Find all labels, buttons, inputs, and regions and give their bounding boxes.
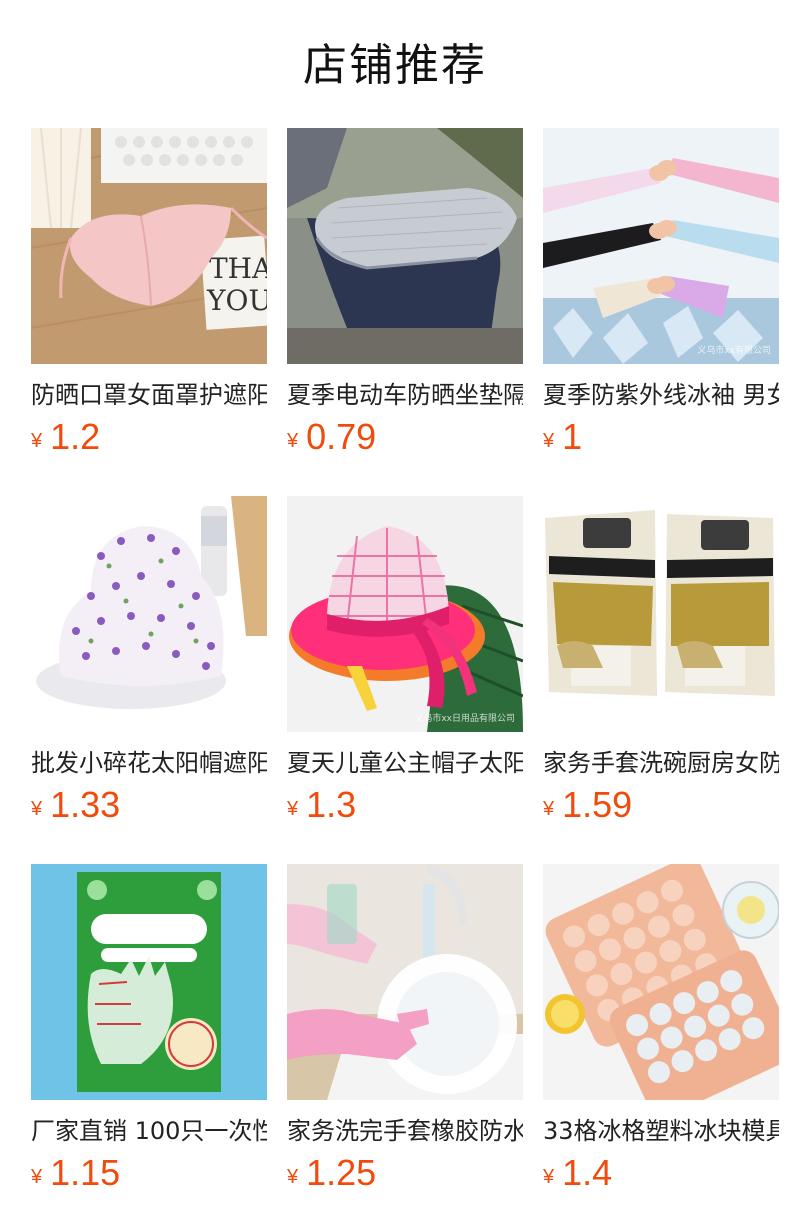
currency-symbol: ¥ [287, 798, 299, 820]
kids-straw-hat-image [287, 496, 523, 732]
product-image[interactable] [287, 864, 523, 1100]
product-name[interactable]: 33格冰格塑料冰块模具 [543, 1114, 779, 1148]
product-card[interactable]: 夏季电动车防晒坐垫隔热 ¥0.79 [287, 128, 523, 458]
price-value: 1.15 [50, 1152, 121, 1193]
product-image[interactable]: 义乌市xx有限公司 [543, 128, 779, 364]
scooter-seat-cover-image [287, 128, 523, 364]
product-image[interactable]: 义乌市xx日用品有限公司 [287, 496, 523, 732]
product-card[interactable]: 批发小碎花太阳帽遮阳 ¥1.33 [31, 496, 267, 826]
currency-symbol: ¥ [287, 1166, 299, 1188]
product-price: ¥1.2 [31, 416, 267, 458]
product-name[interactable]: 防晒口罩女面罩护遮阳 [31, 378, 267, 412]
pink-dishwashing-gloves-image [287, 864, 523, 1100]
ice-cube-tray-image [543, 864, 779, 1100]
price-value: 1.4 [562, 1152, 613, 1193]
disposable-gloves-pack-image [31, 864, 267, 1100]
product-price: ¥1.33 [31, 784, 267, 826]
price-value: 1.25 [306, 1152, 377, 1193]
product-price: ¥1.59 [543, 784, 779, 826]
price-value: 1.3 [306, 784, 357, 825]
product-price: ¥1 [543, 416, 779, 458]
product-card[interactable]: THA YOU 防晒口罩女面罩护遮阳 ¥1.2 [31, 128, 267, 458]
product-card[interactable]: 家务手套洗碗厨房女防水 ¥1.59 [543, 496, 779, 826]
product-name[interactable]: 批发小碎花太阳帽遮阳 [31, 746, 267, 780]
price-value: 1 [562, 416, 583, 457]
floral-sun-hat-image [31, 496, 267, 732]
product-price: ¥1.25 [287, 1152, 523, 1194]
currency-symbol: ¥ [543, 798, 555, 820]
product-image[interactable] [543, 496, 779, 732]
product-card[interactable]: 厂家直销 100只一次性 ¥1.15 [31, 864, 267, 1194]
price-value: 1.59 [562, 784, 633, 825]
product-price: ¥1.15 [31, 1152, 267, 1194]
image-watermark: 义乌市xx有限公司 [697, 346, 771, 356]
currency-symbol: ¥ [543, 430, 555, 452]
pink-face-mask-image: THA YOU [31, 128, 267, 364]
price-value: 1.33 [50, 784, 121, 825]
product-name[interactable]: 家务洗完手套橡胶防水 [287, 1114, 523, 1148]
product-image[interactable] [31, 864, 267, 1100]
product-name[interactable]: 夏季电动车防晒坐垫隔热 [287, 378, 523, 412]
product-card[interactable]: 义乌市xx日用品有限公司 夏天儿童公主帽子太阳帽 ¥1.3 [287, 496, 523, 826]
ice-arm-sleeves-image [543, 128, 779, 364]
price-value: 1.2 [50, 416, 101, 457]
product-image[interactable] [543, 864, 779, 1100]
product-name[interactable]: 夏天儿童公主帽子太阳帽 [287, 746, 523, 780]
product-image[interactable]: THA YOU [31, 128, 267, 364]
price-value: 0.79 [306, 416, 377, 457]
currency-symbol: ¥ [287, 430, 299, 452]
rubber-gloves-pack-image [543, 496, 779, 732]
product-card[interactable]: 家务洗完手套橡胶防水 ¥1.25 [287, 864, 523, 1194]
product-price: ¥1.3 [287, 784, 523, 826]
product-price: ¥1.4 [543, 1152, 779, 1194]
svg-text:THA: THA [209, 252, 267, 285]
product-image[interactable] [31, 496, 267, 732]
currency-symbol: ¥ [31, 798, 43, 820]
product-card[interactable]: 义乌市xx有限公司 夏季防紫外线冰袖 男女 ¥1 [543, 128, 779, 458]
product-name[interactable]: 夏季防紫外线冰袖 男女 [543, 378, 779, 412]
page-title: 店铺推荐 [303, 40, 487, 91]
currency-symbol: ¥ [31, 1166, 43, 1188]
image-watermark: 义乌市xx日用品有限公司 [414, 714, 515, 724]
product-name[interactable]: 厂家直销 100只一次性 [31, 1114, 267, 1148]
currency-symbol: ¥ [31, 430, 43, 452]
product-card[interactable]: 33格冰格塑料冰块模具 ¥1.4 [543, 864, 779, 1194]
svg-text:YOU: YOU [206, 284, 267, 317]
product-name[interactable]: 家务手套洗碗厨房女防水 [543, 746, 779, 780]
currency-symbol: ¥ [543, 1166, 555, 1188]
product-image[interactable] [287, 128, 523, 364]
product-price: ¥0.79 [287, 416, 523, 458]
